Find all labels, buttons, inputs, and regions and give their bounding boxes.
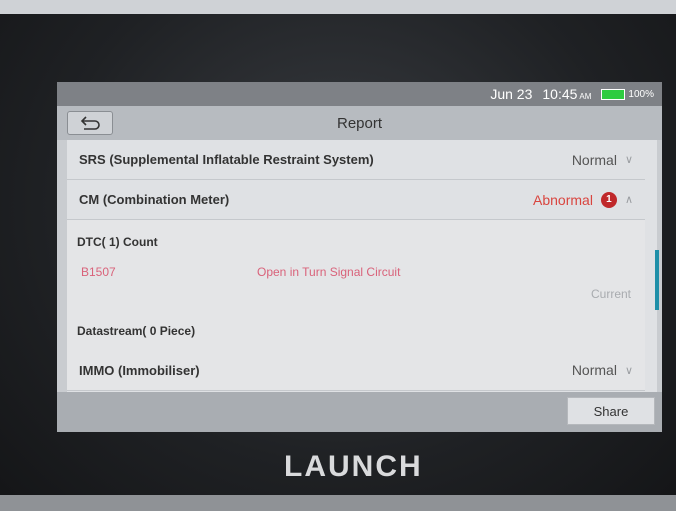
fault-count-badge: 1 [600,191,617,208]
status-time: 10:45 AM [542,86,591,102]
system-name: CM (Combination Meter) [79,192,230,207]
dtc-state: Current [590,287,631,301]
system-row-srs[interactable]: SRS (Supplemental Inflatable Restraint S… [67,140,645,180]
report-list: SRS (Supplemental Inflatable Restraint S… [67,140,659,392]
title-bar: Report [57,106,662,140]
share-button[interactable]: Share [567,397,655,425]
status-clock: 10:45 [542,86,578,102]
system-name: IMMO (Immobiliser) [79,362,200,378]
system-name: SRS (Supplemental Inflatable Restraint S… [79,152,374,167]
device-frame-bottom [0,495,676,511]
status-ampm: AM [579,92,592,101]
battery-percent: 100% [628,88,654,100]
chevron-up-icon: ∧ [624,194,633,206]
dtc-count-header: DTC( 1) Count [77,235,158,249]
battery-icon [601,88,626,100]
bottom-toolbar: Share [57,392,662,432]
page-title: Report [336,114,383,132]
status-label: Abnormal [533,191,593,208]
system-row-immo[interactable]: IMMO (Immobiliser) Normal ∨ [67,350,645,390]
screen: Jun 23 10:45 AM 100% Report SRS (Suppleme… [57,82,662,432]
status-bar: Jun 23 10:45 AM 100% [57,82,662,106]
chevron-down-icon: ∨ [624,154,633,166]
status-date: Jun 23 [490,86,533,102]
device-brand-logo: LAUNCH [284,450,423,483]
device-bezel: Jun 23 10:45 AM 100% Report SRS (Suppleme… [0,0,676,511]
back-arrow-icon [80,116,100,130]
status-label: Normal [571,151,617,168]
scrollbar[interactable] [655,250,659,310]
dtc-description: Open in Turn Signal Circuit [257,265,401,279]
datastream-header: Datastream( 0 Piece) [77,324,196,338]
device-frame-top [0,0,676,14]
status-label: Normal [571,362,617,378]
battery-indicator: 100% [601,88,654,100]
chevron-down-icon: ∨ [624,364,633,377]
system-row-cm[interactable]: CM (Combination Meter) Abnormal 1 ∧ [67,180,645,220]
dtc-code: B1507 [81,265,116,279]
back-button[interactable] [67,111,113,135]
